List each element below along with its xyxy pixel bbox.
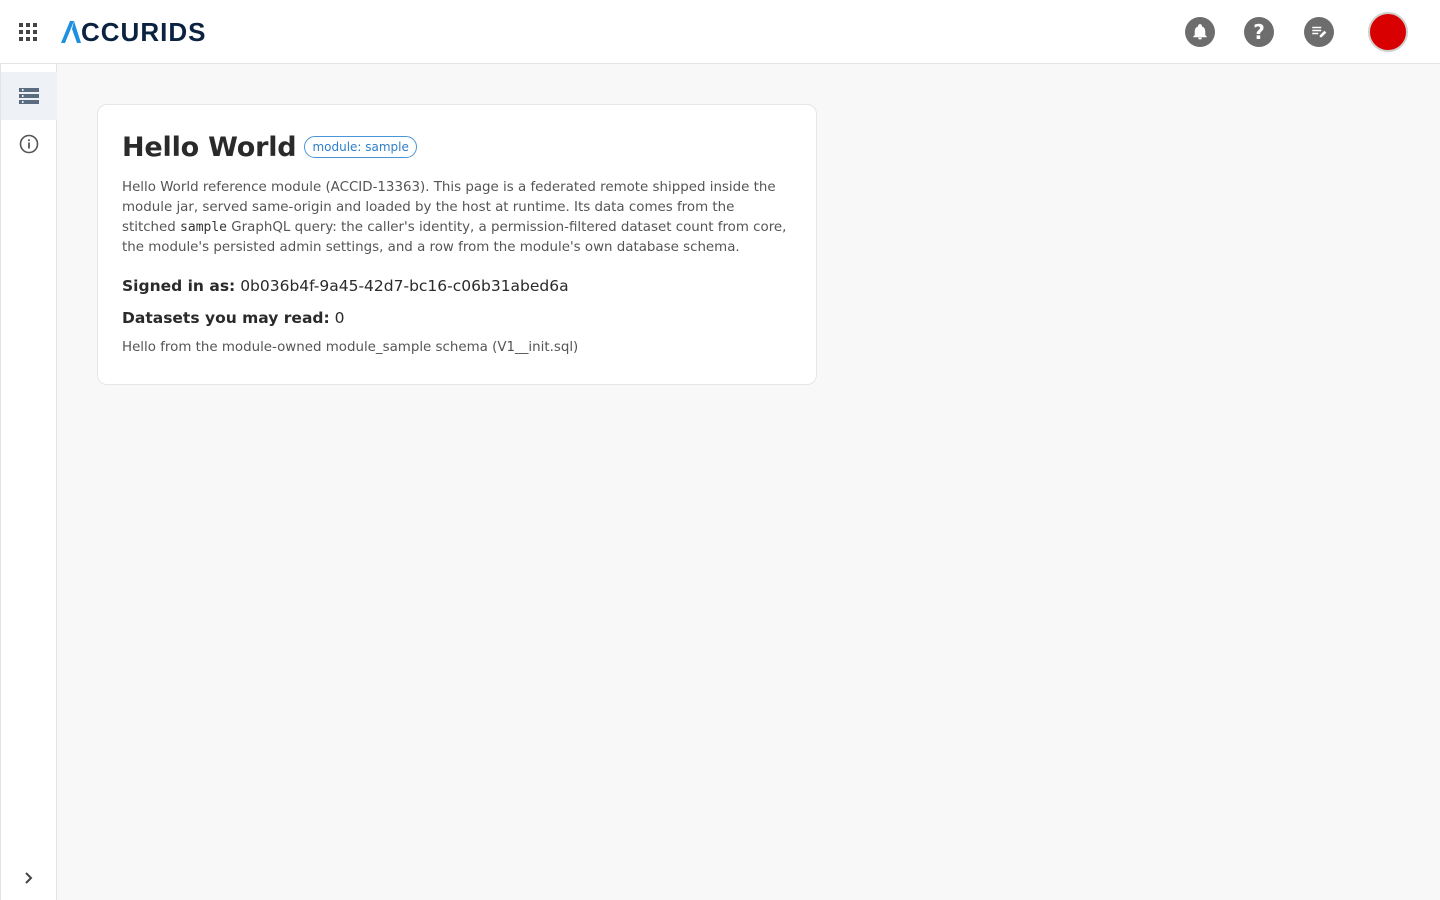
datasets-row: Datasets you may read: 0 bbox=[122, 308, 792, 328]
datasets-label: Datasets you may read: bbox=[122, 309, 330, 327]
signed-in-row: Signed in as: 0b036b4f-9a45-42d7-bc16-c0… bbox=[122, 276, 792, 296]
hello-world-card: Hello World module: sample Hello World r… bbox=[97, 104, 817, 385]
signed-in-label: Signed in as: bbox=[122, 277, 236, 295]
sidebar-item-list[interactable] bbox=[1, 72, 57, 120]
description-code: sample bbox=[180, 220, 228, 235]
module-description: Hello World reference module (ACCID-1336… bbox=[122, 178, 792, 258]
apps-grid-icon[interactable] bbox=[17, 21, 39, 43]
notifications-bell-icon[interactable] bbox=[1185, 17, 1215, 47]
card-header: Hello World module: sample bbox=[122, 131, 792, 163]
datasets-value: 0 bbox=[334, 309, 345, 327]
list-icon bbox=[19, 88, 39, 104]
logo-a-mark bbox=[61, 21, 81, 43]
accurids-logo[interactable]: CCURIDS bbox=[61, 18, 206, 46]
chevron-right-icon bbox=[25, 872, 33, 884]
module-chip: module: sample bbox=[304, 136, 417, 158]
left-sidebar bbox=[0, 64, 57, 900]
info-icon bbox=[19, 134, 39, 154]
schema-note: Hello from the module-owned module_sampl… bbox=[122, 340, 579, 355]
top-bar: CCURIDS ? bbox=[0, 0, 1440, 64]
help-icon[interactable]: ? bbox=[1244, 17, 1274, 47]
edit-notes-icon[interactable] bbox=[1304, 17, 1334, 47]
sidebar-item-info[interactable] bbox=[1, 120, 57, 168]
sidebar-expand-button[interactable] bbox=[1, 860, 57, 896]
user-avatar[interactable] bbox=[1368, 12, 1408, 52]
page-title: Hello World bbox=[122, 131, 297, 163]
signed-in-value: 0b036b4f-9a45-42d7-bc16-c06b31abed6a bbox=[240, 277, 569, 295]
logo-wordmark: CCURIDS bbox=[81, 17, 207, 47]
